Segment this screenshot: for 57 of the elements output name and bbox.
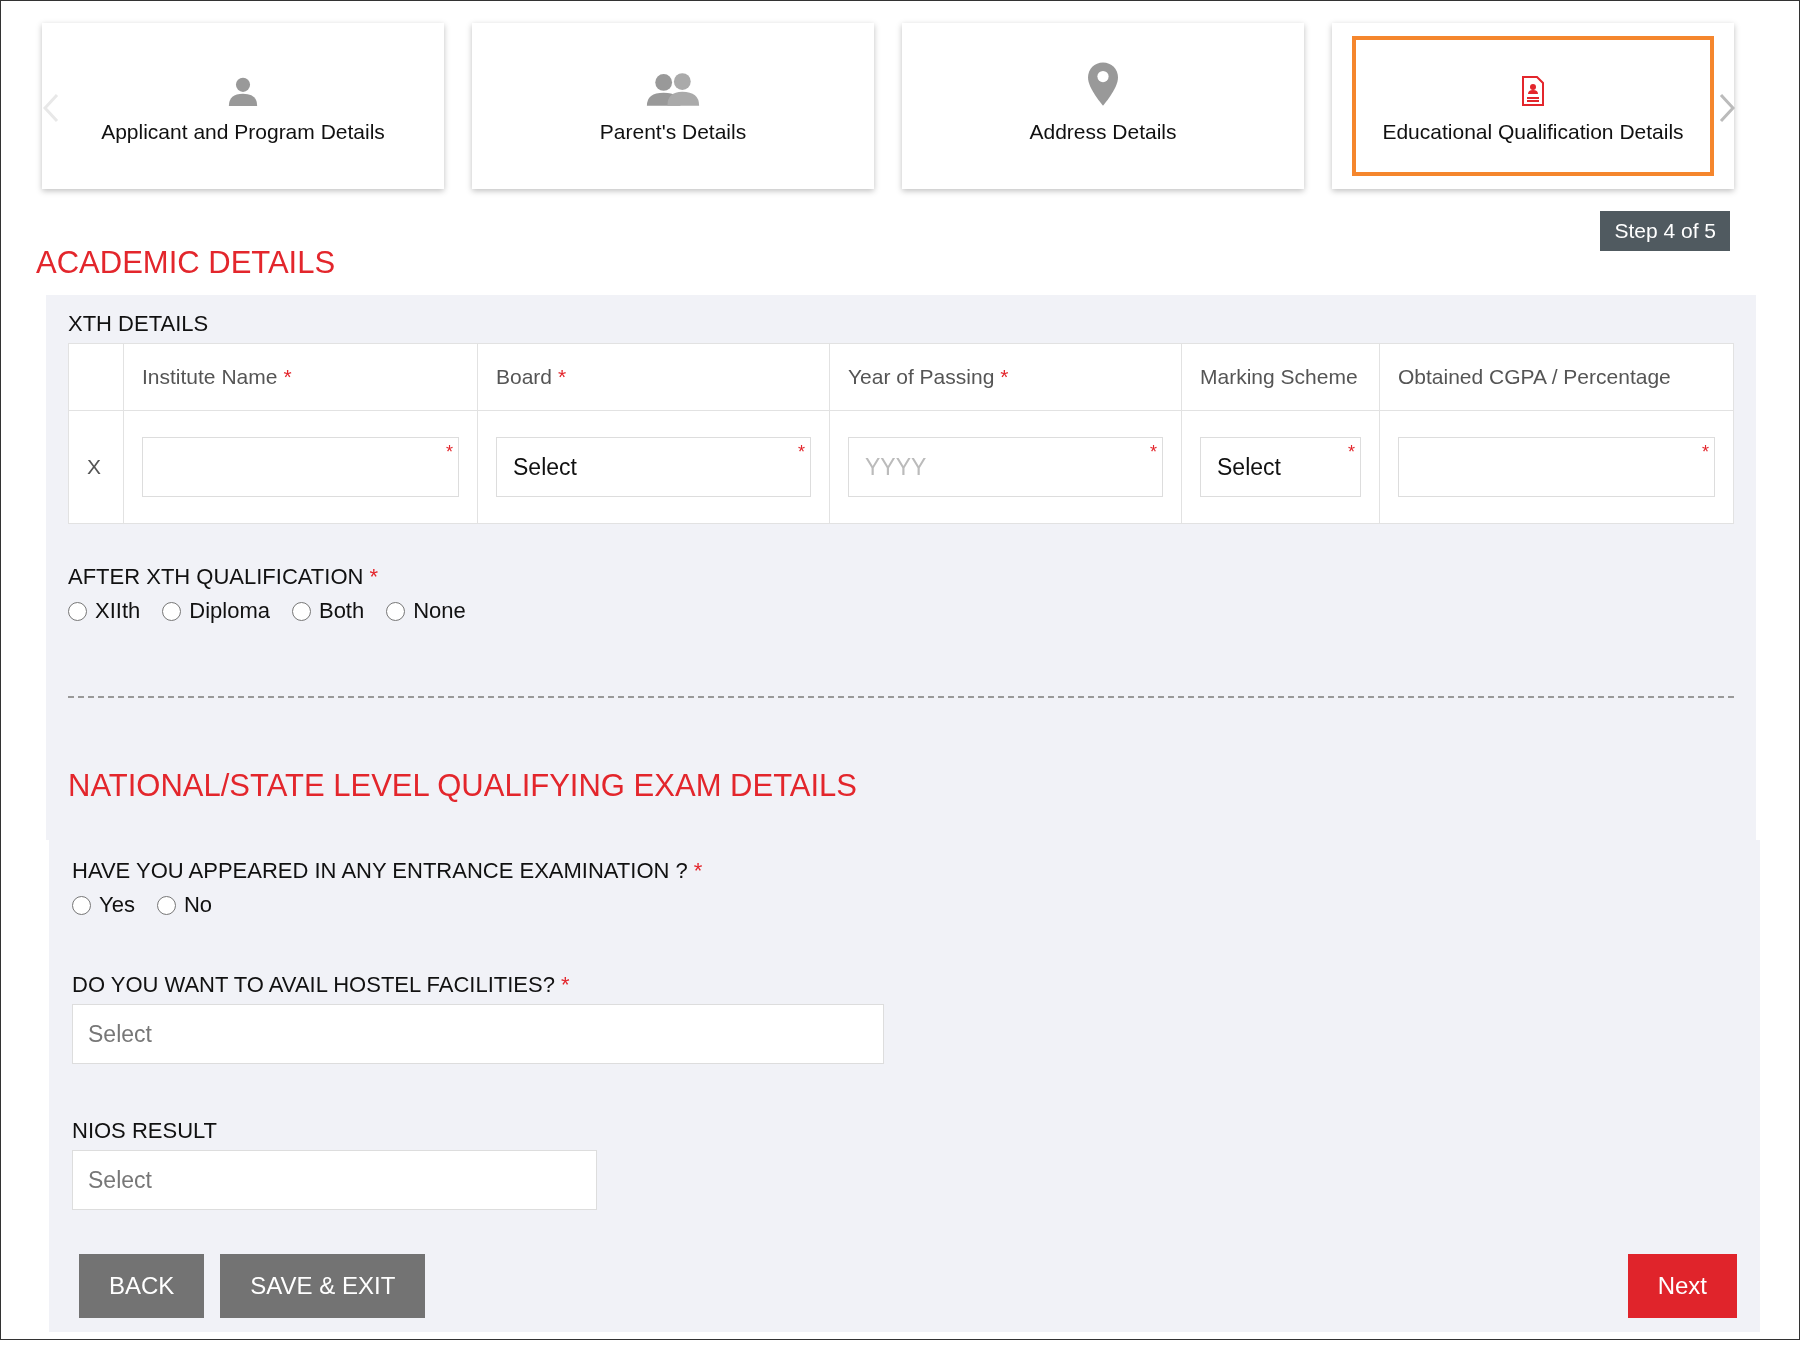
radio-label[interactable]: None <box>413 598 466 624</box>
radio-button[interactable] <box>291 601 311 621</box>
question-label: DO YOU WANT TO AVAIL HOSTEL FACILITIES? <box>72 972 555 997</box>
subsection-heading: XTH DETAILS <box>68 311 210 337</box>
section-heading: NATIONAL/STATE LEVEL QUALIFYING EXAM DETAILS <box>68 768 858 804</box>
form-button[interactable]: SAVE & EXIT <box>220 1254 426 1318</box>
input-field[interactable] <box>142 437 459 497</box>
section-heading: ACADEMIC DETAILS <box>36 245 337 281</box>
document-icon <box>1521 76 1545 106</box>
required-mark: * <box>798 443 805 461</box>
radio-label[interactable]: Both <box>318 598 365 624</box>
radio-label[interactable]: Yes <box>99 892 135 918</box>
question-label: HAVE YOU APPEARED IN ANY ENTRANCE EXAMINATION ? <box>72 858 688 883</box>
step-card[interactable]: Parent's Details <box>472 23 874 189</box>
required-mark: * <box>693 858 703 883</box>
step-indicator: Step 4 of 5 <box>1600 211 1730 251</box>
row-label: X <box>87 455 101 478</box>
required-mark: * <box>283 365 292 388</box>
map-pin-icon <box>1088 62 1118 106</box>
required-mark: * <box>1702 443 1709 461</box>
step-card[interactable]: Educational Qualification Details <box>1332 23 1734 189</box>
radio-label[interactable]: XIIth <box>95 598 141 624</box>
required-mark: * <box>1150 443 1157 461</box>
select-field[interactable]: Select <box>72 1150 597 1210</box>
radio-button[interactable] <box>72 895 91 915</box>
required-mark: * <box>446 443 453 461</box>
step-card[interactable]: Applicant and Program Details <box>42 23 444 189</box>
input-field[interactable] <box>1398 437 1715 497</box>
required-mark: * <box>1000 365 1009 388</box>
radio-label[interactable]: No <box>183 892 212 918</box>
step-label: Applicant and Program Details <box>101 120 385 144</box>
chevron-right-icon[interactable] <box>1719 93 1735 123</box>
required-mark: * <box>558 365 567 388</box>
people-icon <box>645 72 701 106</box>
required-mark: * <box>560 972 570 997</box>
radio-button[interactable] <box>162 601 182 621</box>
radio-button[interactable] <box>386 601 406 621</box>
column-header: Board <box>496 365 553 388</box>
person-icon <box>227 76 259 106</box>
radio-label[interactable]: Diploma <box>189 598 270 624</box>
column-header: Obtained CGPA / Percentage <box>1398 365 1671 388</box>
column-header: Year of Passing <box>848 365 995 388</box>
step-card[interactable]: Address Details <box>902 23 1304 189</box>
column-header: Institute Name <box>142 365 278 388</box>
required-mark: * <box>369 564 378 589</box>
radio-button[interactable] <box>68 601 87 621</box>
step-label: Address Details <box>1029 120 1177 144</box>
step-label: Parent's Details <box>599 120 747 144</box>
radio-button[interactable] <box>156 895 176 915</box>
required-mark: * <box>1348 443 1355 461</box>
form-button[interactable]: BACK <box>79 1254 205 1318</box>
question-label: AFTER XTH QUALIFICATION <box>68 564 364 589</box>
column-header: Marking Scheme <box>1200 365 1358 388</box>
question-label: NIOS RESULT <box>72 1118 218 1143</box>
select-field[interactable]: Select <box>72 1004 884 1064</box>
next-button[interactable]: Next <box>1627 1254 1737 1318</box>
step-label: Educational Qualification Details <box>1382 120 1684 144</box>
